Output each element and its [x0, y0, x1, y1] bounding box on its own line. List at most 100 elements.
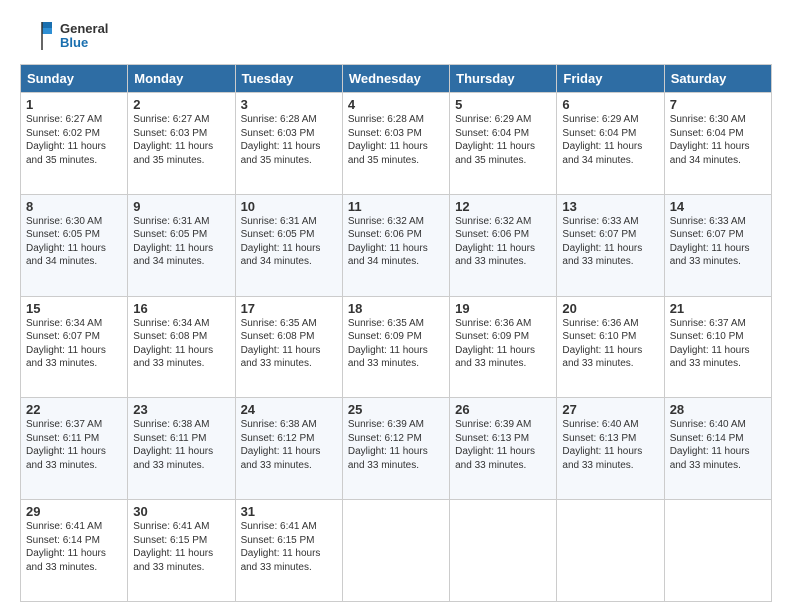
header: General Blue [20, 18, 772, 54]
day-number: 13 [562, 199, 658, 214]
day-info: Sunrise: 6:37 AMSunset: 6:11 PMDaylight:… [26, 418, 122, 472]
day-number: 23 [133, 402, 229, 417]
day-info: Sunrise: 6:30 AMSunset: 6:04 PMDaylight:… [670, 113, 766, 167]
logo: General Blue [20, 18, 108, 54]
day-info: Sunrise: 6:41 AMSunset: 6:14 PMDaylight:… [26, 520, 122, 574]
calendar-cell: 7 Sunrise: 6:30 AMSunset: 6:04 PMDayligh… [664, 93, 771, 195]
calendar-cell: 26 Sunrise: 6:39 AMSunset: 6:13 PMDaylig… [450, 398, 557, 500]
calendar-cell [557, 500, 664, 602]
calendar-cell: 16 Sunrise: 6:34 AMSunset: 6:08 PMDaylig… [128, 296, 235, 398]
calendar-cell: 6 Sunrise: 6:29 AMSunset: 6:04 PMDayligh… [557, 93, 664, 195]
calendar-cell: 1 Sunrise: 6:27 AMSunset: 6:02 PMDayligh… [21, 93, 128, 195]
calendar-cell: 11 Sunrise: 6:32 AMSunset: 6:06 PMDaylig… [342, 194, 449, 296]
day-info: Sunrise: 6:40 AMSunset: 6:13 PMDaylight:… [562, 418, 658, 472]
calendar-cell: 29 Sunrise: 6:41 AMSunset: 6:14 PMDaylig… [21, 500, 128, 602]
calendar-cell: 20 Sunrise: 6:36 AMSunset: 6:10 PMDaylig… [557, 296, 664, 398]
day-info: Sunrise: 6:41 AMSunset: 6:15 PMDaylight:… [241, 520, 337, 574]
calendar-cell: 28 Sunrise: 6:40 AMSunset: 6:14 PMDaylig… [664, 398, 771, 500]
calendar-cell: 14 Sunrise: 6:33 AMSunset: 6:07 PMDaylig… [664, 194, 771, 296]
day-number: 18 [348, 301, 444, 316]
day-number: 15 [26, 301, 122, 316]
calendar-cell: 21 Sunrise: 6:37 AMSunset: 6:10 PMDaylig… [664, 296, 771, 398]
day-info: Sunrise: 6:30 AMSunset: 6:05 PMDaylight:… [26, 215, 122, 269]
day-number: 27 [562, 402, 658, 417]
day-info: Sunrise: 6:41 AMSunset: 6:15 PMDaylight:… [133, 520, 229, 574]
day-info: Sunrise: 6:40 AMSunset: 6:14 PMDaylight:… [670, 418, 766, 472]
day-header-monday: Monday [128, 65, 235, 93]
day-number: 12 [455, 199, 551, 214]
calendar-cell: 4 Sunrise: 6:28 AMSunset: 6:03 PMDayligh… [342, 93, 449, 195]
day-number: 8 [26, 199, 122, 214]
day-number: 25 [348, 402, 444, 417]
day-info: Sunrise: 6:34 AMSunset: 6:07 PMDaylight:… [26, 317, 122, 371]
day-info: Sunrise: 6:39 AMSunset: 6:13 PMDaylight:… [455, 418, 551, 472]
calendar-week-row: 1 Sunrise: 6:27 AMSunset: 6:02 PMDayligh… [21, 93, 772, 195]
calendar-cell: 31 Sunrise: 6:41 AMSunset: 6:15 PMDaylig… [235, 500, 342, 602]
calendar-cell [664, 500, 771, 602]
day-number: 7 [670, 97, 766, 112]
day-info: Sunrise: 6:32 AMSunset: 6:06 PMDaylight:… [348, 215, 444, 269]
calendar-cell: 10 Sunrise: 6:31 AMSunset: 6:05 PMDaylig… [235, 194, 342, 296]
day-number: 31 [241, 504, 337, 519]
day-info: Sunrise: 6:29 AMSunset: 6:04 PMDaylight:… [455, 113, 551, 167]
day-info: Sunrise: 6:36 AMSunset: 6:09 PMDaylight:… [455, 317, 551, 371]
day-number: 4 [348, 97, 444, 112]
calendar-cell: 13 Sunrise: 6:33 AMSunset: 6:07 PMDaylig… [557, 194, 664, 296]
day-number: 6 [562, 97, 658, 112]
day-number: 29 [26, 504, 122, 519]
day-number: 24 [241, 402, 337, 417]
day-header-thursday: Thursday [450, 65, 557, 93]
calendar-cell: 9 Sunrise: 6:31 AMSunset: 6:05 PMDayligh… [128, 194, 235, 296]
logo-text: General Blue [60, 22, 108, 51]
day-header-sunday: Sunday [21, 65, 128, 93]
day-number: 2 [133, 97, 229, 112]
calendar-cell: 18 Sunrise: 6:35 AMSunset: 6:09 PMDaylig… [342, 296, 449, 398]
day-info: Sunrise: 6:28 AMSunset: 6:03 PMDaylight:… [348, 113, 444, 167]
calendar-cell: 30 Sunrise: 6:41 AMSunset: 6:15 PMDaylig… [128, 500, 235, 602]
day-header-friday: Friday [557, 65, 664, 93]
day-info: Sunrise: 6:38 AMSunset: 6:11 PMDaylight:… [133, 418, 229, 472]
calendar-cell [450, 500, 557, 602]
logo-blue: Blue [60, 36, 108, 50]
day-info: Sunrise: 6:29 AMSunset: 6:04 PMDaylight:… [562, 113, 658, 167]
calendar-cell: 24 Sunrise: 6:38 AMSunset: 6:12 PMDaylig… [235, 398, 342, 500]
day-info: Sunrise: 6:31 AMSunset: 6:05 PMDaylight:… [241, 215, 337, 269]
calendar-cell: 25 Sunrise: 6:39 AMSunset: 6:12 PMDaylig… [342, 398, 449, 500]
day-number: 11 [348, 199, 444, 214]
day-number: 10 [241, 199, 337, 214]
day-info: Sunrise: 6:37 AMSunset: 6:10 PMDaylight:… [670, 317, 766, 371]
day-number: 30 [133, 504, 229, 519]
day-info: Sunrise: 6:33 AMSunset: 6:07 PMDaylight:… [670, 215, 766, 269]
day-info: Sunrise: 6:27 AMSunset: 6:03 PMDaylight:… [133, 113, 229, 167]
day-number: 9 [133, 199, 229, 214]
calendar-cell: 22 Sunrise: 6:37 AMSunset: 6:11 PMDaylig… [21, 398, 128, 500]
calendar-table: SundayMondayTuesdayWednesdayThursdayFrid… [20, 64, 772, 602]
day-info: Sunrise: 6:38 AMSunset: 6:12 PMDaylight:… [241, 418, 337, 472]
day-number: 16 [133, 301, 229, 316]
day-info: Sunrise: 6:31 AMSunset: 6:05 PMDaylight:… [133, 215, 229, 269]
day-number: 20 [562, 301, 658, 316]
day-number: 5 [455, 97, 551, 112]
day-number: 21 [670, 301, 766, 316]
day-info: Sunrise: 6:35 AMSunset: 6:08 PMDaylight:… [241, 317, 337, 371]
day-number: 19 [455, 301, 551, 316]
day-info: Sunrise: 6:39 AMSunset: 6:12 PMDaylight:… [348, 418, 444, 472]
calendar-cell: 2 Sunrise: 6:27 AMSunset: 6:03 PMDayligh… [128, 93, 235, 195]
day-number: 26 [455, 402, 551, 417]
day-header-wednesday: Wednesday [342, 65, 449, 93]
calendar-cell: 5 Sunrise: 6:29 AMSunset: 6:04 PMDayligh… [450, 93, 557, 195]
day-number: 22 [26, 402, 122, 417]
day-number: 14 [670, 199, 766, 214]
day-header-tuesday: Tuesday [235, 65, 342, 93]
day-number: 1 [26, 97, 122, 112]
calendar-cell: 23 Sunrise: 6:38 AMSunset: 6:11 PMDaylig… [128, 398, 235, 500]
calendar-cell: 17 Sunrise: 6:35 AMSunset: 6:08 PMDaylig… [235, 296, 342, 398]
calendar-week-row: 15 Sunrise: 6:34 AMSunset: 6:07 PMDaylig… [21, 296, 772, 398]
calendar-cell: 27 Sunrise: 6:40 AMSunset: 6:13 PMDaylig… [557, 398, 664, 500]
day-info: Sunrise: 6:35 AMSunset: 6:09 PMDaylight:… [348, 317, 444, 371]
day-info: Sunrise: 6:27 AMSunset: 6:02 PMDaylight:… [26, 113, 122, 167]
logo-flag-icon [20, 18, 56, 54]
calendar-cell: 8 Sunrise: 6:30 AMSunset: 6:05 PMDayligh… [21, 194, 128, 296]
day-header-saturday: Saturday [664, 65, 771, 93]
calendar-week-row: 8 Sunrise: 6:30 AMSunset: 6:05 PMDayligh… [21, 194, 772, 296]
